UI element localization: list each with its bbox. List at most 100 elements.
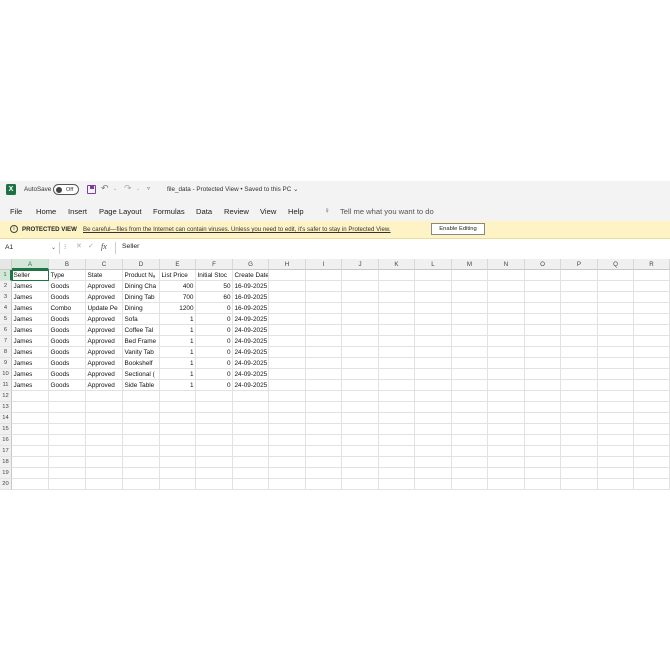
cell-c17[interactable] <box>86 446 123 457</box>
tab-view[interactable]: View <box>260 207 276 216</box>
cell-p8[interactable] <box>561 347 598 358</box>
cell-k3[interactable] <box>379 292 415 303</box>
cell-e15[interactable] <box>160 424 196 435</box>
cell-f4[interactable]: 0 <box>196 303 233 314</box>
cell-k8[interactable] <box>379 347 415 358</box>
cell-k6[interactable] <box>379 325 415 336</box>
cell-q1[interactable] <box>598 270 634 281</box>
cell-g20[interactable] <box>233 479 269 490</box>
cell-j18[interactable] <box>342 457 379 468</box>
cell-f3[interactable]: 60 <box>196 292 233 303</box>
row-header-5[interactable]: 5 <box>0 314 12 325</box>
save-icon[interactable] <box>87 185 96 194</box>
cell-j4[interactable] <box>342 303 379 314</box>
column-header-k[interactable]: K <box>379 259 415 270</box>
row-header-4[interactable]: 4 <box>0 303 12 314</box>
cell-p10[interactable] <box>561 369 598 380</box>
cell-q8[interactable] <box>598 347 634 358</box>
tab-insert[interactable]: Insert <box>68 207 87 216</box>
insert-function-icon[interactable]: fx <box>101 242 107 251</box>
cell-b18[interactable] <box>49 457 86 468</box>
cell-b9[interactable]: Goods <box>49 358 86 369</box>
column-header-d[interactable]: D <box>123 259 160 270</box>
row-header-10[interactable]: 10 <box>0 369 12 380</box>
cell-b11[interactable]: Goods <box>49 380 86 391</box>
window-title[interactable]: file_data - Protected View • Saved to th… <box>167 186 298 193</box>
cell-o17[interactable] <box>525 446 561 457</box>
redo-dropdown-icon[interactable]: ⌄ <box>136 186 140 192</box>
cell-g14[interactable] <box>233 413 269 424</box>
cell-m20[interactable] <box>452 479 488 490</box>
cell-i5[interactable] <box>306 314 342 325</box>
cell-f6[interactable]: 0 <box>196 325 233 336</box>
cell-e13[interactable] <box>160 402 196 413</box>
cell-f12[interactable] <box>196 391 233 402</box>
cell-g16[interactable] <box>233 435 269 446</box>
cell-j20[interactable] <box>342 479 379 490</box>
cell-k20[interactable] <box>379 479 415 490</box>
cell-j9[interactable] <box>342 358 379 369</box>
cell-d15[interactable] <box>123 424 160 435</box>
cell-r1[interactable] <box>634 270 670 281</box>
cell-h15[interactable] <box>269 424 306 435</box>
cell-m3[interactable] <box>452 292 488 303</box>
cell-p13[interactable] <box>561 402 598 413</box>
cell-d7[interactable]: Bed Frame <box>123 336 160 347</box>
formula-input[interactable]: Seller <box>122 243 139 250</box>
cell-h18[interactable] <box>269 457 306 468</box>
cell-p16[interactable] <box>561 435 598 446</box>
cell-j12[interactable] <box>342 391 379 402</box>
cell-o1[interactable] <box>525 270 561 281</box>
tab-formulas[interactable]: Formulas <box>153 207 185 216</box>
cell-p2[interactable] <box>561 281 598 292</box>
cell-l3[interactable] <box>415 292 452 303</box>
cell-a11[interactable]: James <box>12 380 49 391</box>
cell-p4[interactable] <box>561 303 598 314</box>
cell-a9[interactable]: James <box>12 358 49 369</box>
cell-j5[interactable] <box>342 314 379 325</box>
cell-k10[interactable] <box>379 369 415 380</box>
cell-n8[interactable] <box>488 347 525 358</box>
cell-i14[interactable] <box>306 413 342 424</box>
cell-n18[interactable] <box>488 457 525 468</box>
row-header-15[interactable]: 15 <box>0 424 12 435</box>
cell-e7[interactable]: 1 <box>160 336 196 347</box>
cell-f7[interactable]: 0 <box>196 336 233 347</box>
cell-d6[interactable]: Coffee Tal <box>123 325 160 336</box>
cell-q17[interactable] <box>598 446 634 457</box>
cell-l10[interactable] <box>415 369 452 380</box>
cell-q20[interactable] <box>598 479 634 490</box>
cell-l8[interactable] <box>415 347 452 358</box>
cell-k16[interactable] <box>379 435 415 446</box>
cell-i2[interactable] <box>306 281 342 292</box>
cell-k17[interactable] <box>379 446 415 457</box>
cell-n14[interactable] <box>488 413 525 424</box>
cell-j16[interactable] <box>342 435 379 446</box>
cell-h20[interactable] <box>269 479 306 490</box>
cell-h11[interactable] <box>269 380 306 391</box>
cell-o20[interactable] <box>525 479 561 490</box>
cell-c19[interactable] <box>86 468 123 479</box>
chevron-down-icon[interactable]: ⌄ <box>51 244 56 251</box>
cell-e14[interactable] <box>160 413 196 424</box>
cell-l2[interactable] <box>415 281 452 292</box>
cell-j15[interactable] <box>342 424 379 435</box>
cell-c3[interactable]: Approved <box>86 292 123 303</box>
cell-a16[interactable] <box>12 435 49 446</box>
cell-h7[interactable] <box>269 336 306 347</box>
cell-b6[interactable]: Goods <box>49 325 86 336</box>
cell-g19[interactable] <box>233 468 269 479</box>
cell-k14[interactable] <box>379 413 415 424</box>
cell-e8[interactable]: 1 <box>160 347 196 358</box>
cell-g1[interactable]: Create Date <box>233 270 269 281</box>
cell-j10[interactable] <box>342 369 379 380</box>
cell-f19[interactable] <box>196 468 233 479</box>
cell-o12[interactable] <box>525 391 561 402</box>
column-header-b[interactable]: B <box>49 259 86 270</box>
cell-c15[interactable] <box>86 424 123 435</box>
cell-l13[interactable] <box>415 402 452 413</box>
cell-g7[interactable]: 24-09-2025 10:03:11 <box>233 336 269 347</box>
cell-c14[interactable] <box>86 413 123 424</box>
cell-b13[interactable] <box>49 402 86 413</box>
cell-b15[interactable] <box>49 424 86 435</box>
